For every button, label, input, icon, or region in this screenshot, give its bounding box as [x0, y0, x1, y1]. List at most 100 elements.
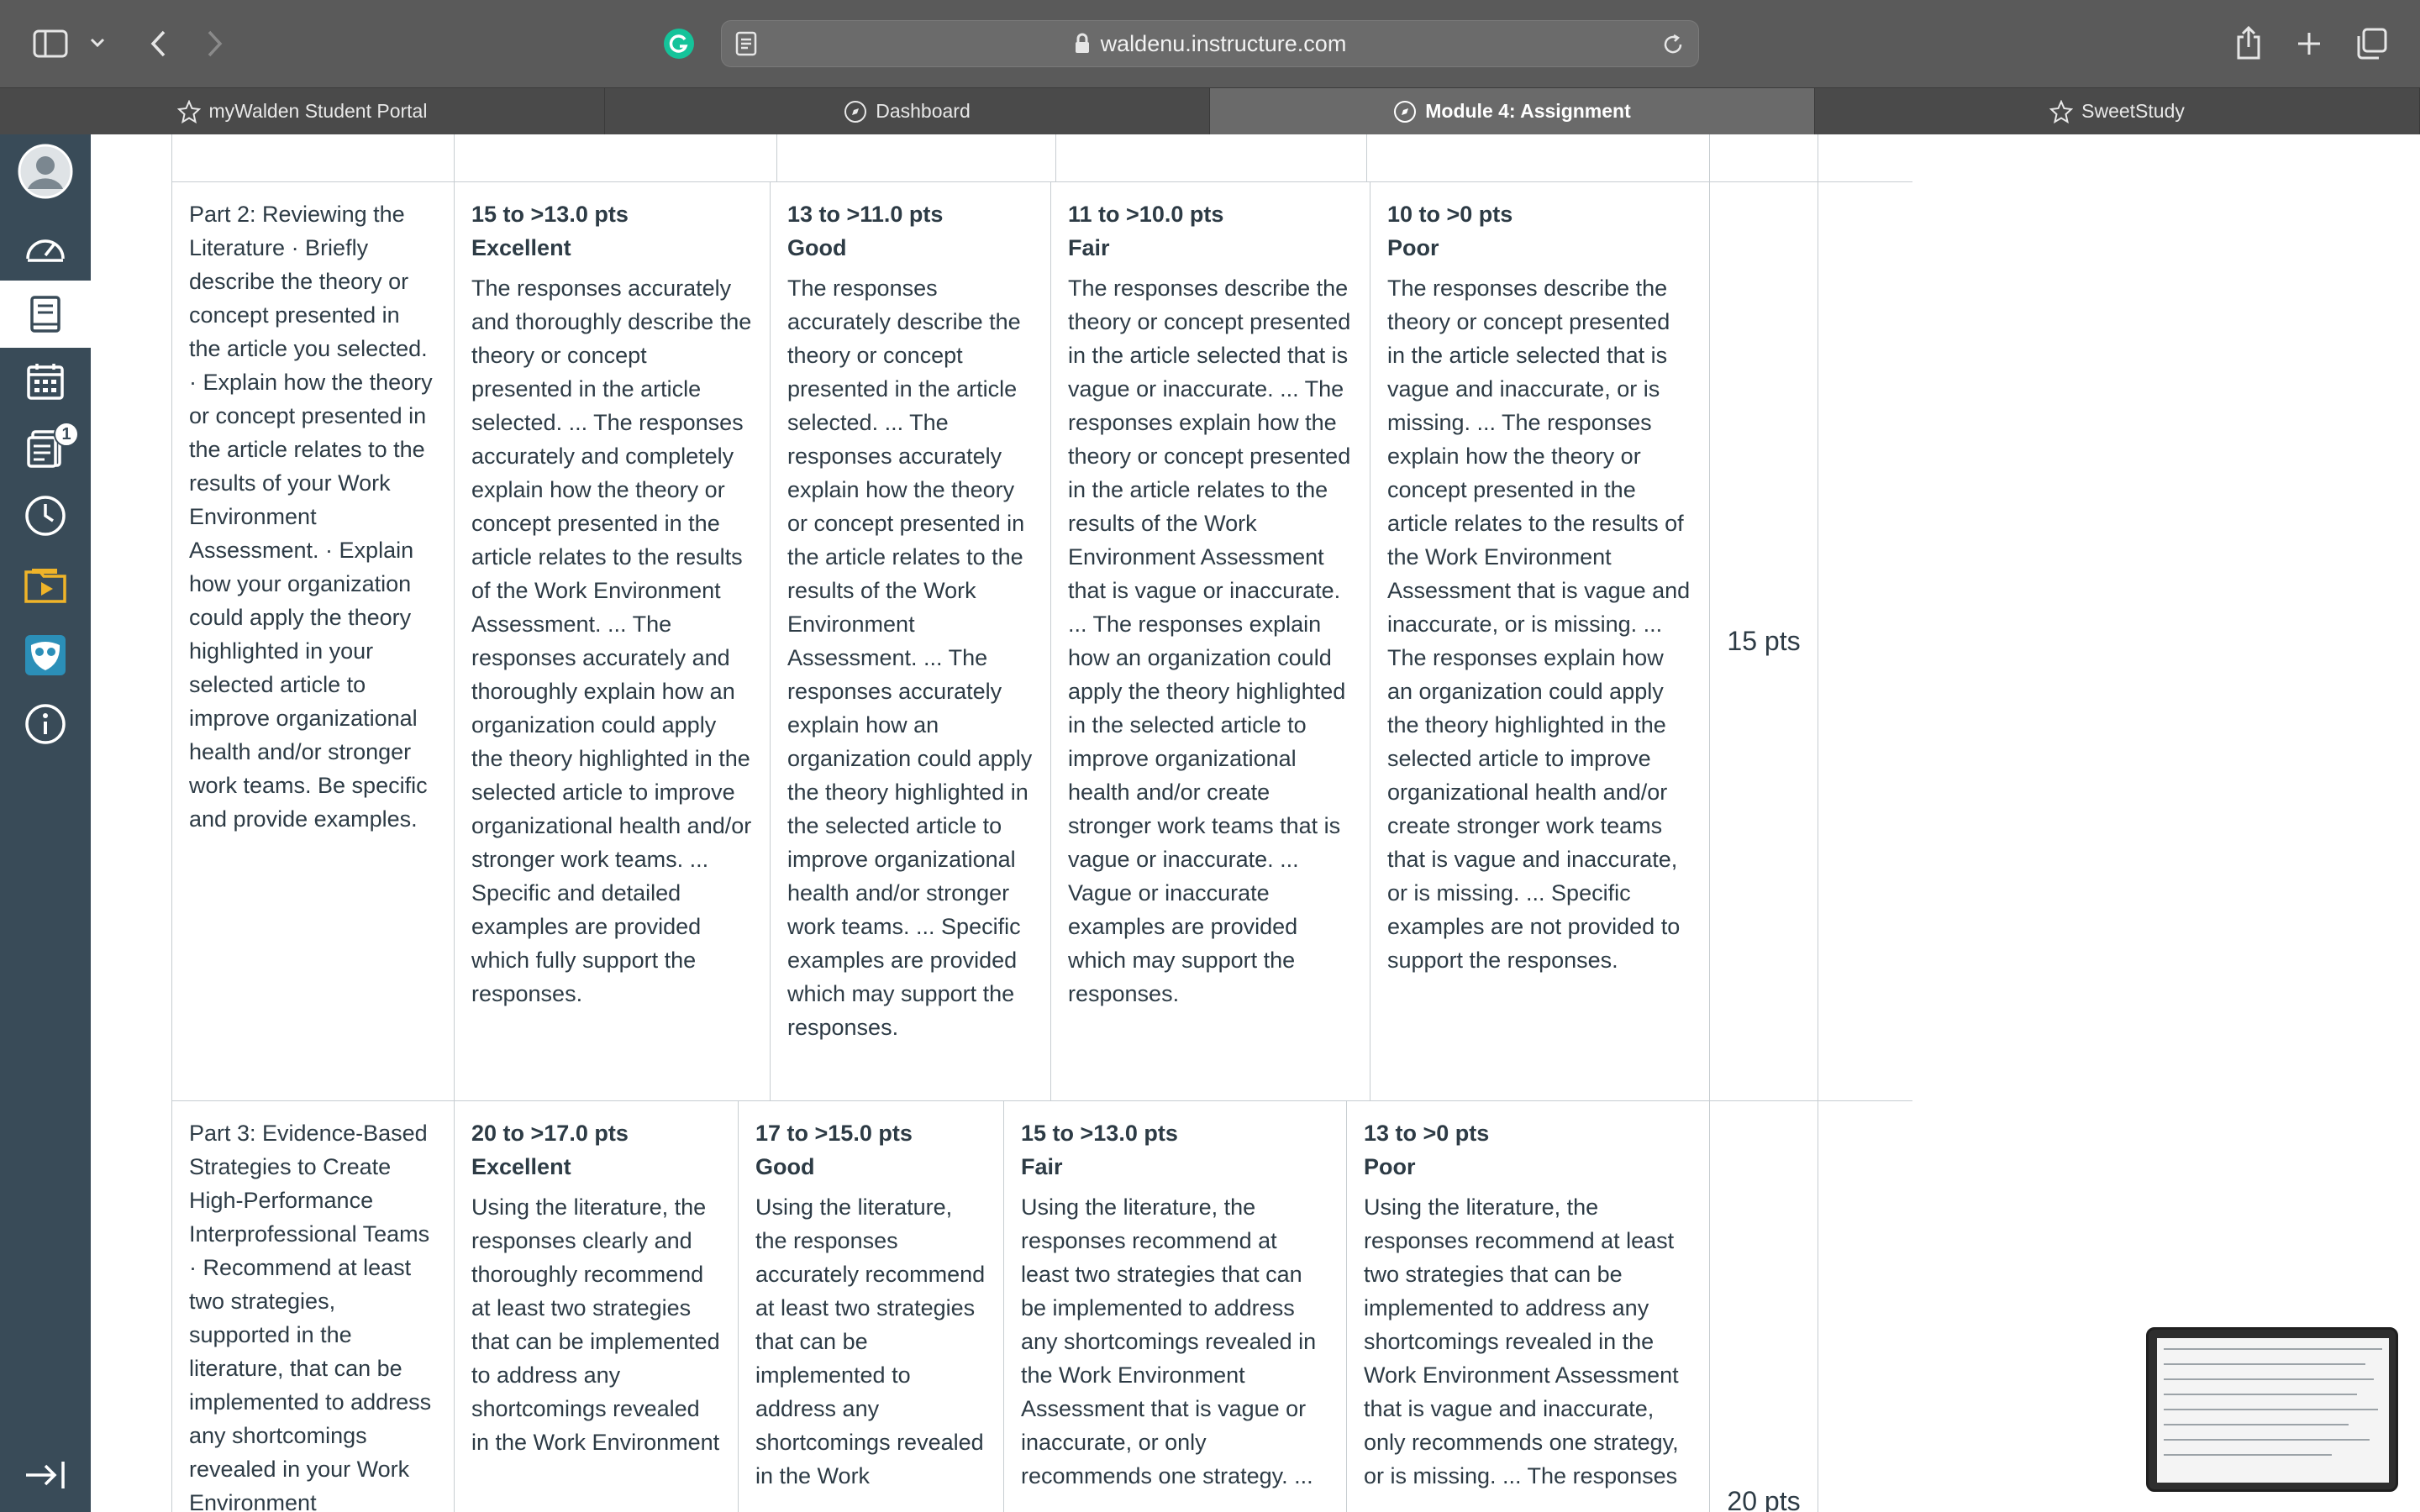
- table-cell: [1709, 134, 1818, 181]
- nav-courses[interactable]: [0, 281, 91, 348]
- criterion-cell: Part 2: Reviewing the Literature · Brief…: [171, 182, 454, 1100]
- rating-points: 13 to >0 pts: [1364, 1121, 1490, 1146]
- table-cell: [1366, 134, 1709, 181]
- reader-icon: [735, 31, 757, 56]
- rating-points: 15 to >13.0 pts: [1021, 1121, 1178, 1146]
- sidebar-icon: [33, 29, 68, 58]
- thumbnail-line: [2164, 1424, 2349, 1425]
- rating-poor: 10 to >0 pts Poor The responses describe…: [1370, 182, 1709, 1100]
- criterion-description: Part 2: Reviewing the Literature · Brief…: [189, 202, 433, 832]
- thumbnail-line: [2164, 1439, 2370, 1441]
- tab-overview-icon: [2357, 28, 2387, 60]
- criterion-cell: Part 3: Evidence-Based Strategies to Cre…: [171, 1101, 454, 1512]
- owl-icon: [25, 635, 66, 675]
- nav-owl[interactable]: [0, 622, 91, 689]
- rating-name: Good: [755, 1154, 815, 1179]
- thumbnail-line: [2164, 1394, 2357, 1395]
- tab-label: myWalden Student Portal: [208, 100, 428, 122]
- table-row: [171, 134, 1912, 181]
- rating-points: 15 to >13.0 pts: [471, 202, 629, 227]
- grammarly-extension-button[interactable]: [662, 27, 696, 60]
- chevron-right-icon: [208, 30, 223, 57]
- back-button[interactable]: [141, 25, 175, 62]
- thumbnail-line: [2164, 1363, 2365, 1365]
- compass-icon: [1394, 100, 1417, 123]
- inbox-unread-badge: 1: [54, 422, 79, 447]
- table-cell: [171, 134, 454, 181]
- tab-sweetstudy[interactable]: SweetStudy: [1815, 88, 2420, 134]
- criterion-description: Part 3: Evidence-Based Strategies to Cre…: [189, 1121, 432, 1512]
- sidebar-toggle-button[interactable]: [30, 25, 71, 62]
- reload-button[interactable]: [1661, 33, 1685, 60]
- star-icon: [176, 99, 201, 123]
- tab-mywalden[interactable]: myWalden Student Portal: [0, 88, 605, 134]
- rating-description: The responses describe the theory or con…: [1068, 276, 1351, 1006]
- tab-group-dropdown[interactable]: [87, 30, 108, 55]
- nav-account[interactable]: [0, 138, 91, 205]
- forward-button[interactable]: [198, 25, 232, 62]
- address-bar[interactable]: waldenu.instructure.com: [721, 20, 1699, 67]
- rubric-row-part-3: Part 3: Evidence-Based Strategies to Cre…: [171, 1100, 1912, 1512]
- star-icon: [2049, 99, 2074, 123]
- nav-studio[interactable]: [0, 551, 91, 618]
- reader-view-button[interactable]: [735, 31, 757, 60]
- account-icon: [18, 144, 73, 199]
- nav-collapse[interactable]: [0, 1441, 91, 1509]
- thumbnail-line: [2164, 1378, 2374, 1380]
- rating-description: Using the literature, the responses clea…: [471, 1194, 720, 1455]
- url-text: waldenu.instructure.com: [1100, 30, 1347, 56]
- main-content: Part 2: Reviewing the Literature · Brief…: [91, 134, 2420, 1512]
- tab-overview-button[interactable]: [2353, 25, 2390, 62]
- thumbnail-preview: [2157, 1338, 2389, 1483]
- rating-name: Good: [787, 235, 847, 260]
- rating-description: Using the literature, the responses reco…: [1021, 1194, 1317, 1488]
- table-cell: [454, 134, 776, 181]
- rating-excellent: 20 to >17.0 pts Excellent Using the lite…: [454, 1101, 738, 1512]
- rating-description: Using the literature, the responses accu…: [755, 1194, 986, 1488]
- global-navigation: 1: [0, 134, 91, 1512]
- rating-fair: 15 to >13.0 pts Fair Using the literatur…: [1003, 1101, 1346, 1512]
- rating-points: 17 to >15.0 pts: [755, 1121, 913, 1146]
- rating-name: Fair: [1068, 235, 1110, 260]
- rating-points: 10 to >0 pts: [1387, 202, 1513, 227]
- screenshot-thumbnail[interactable]: [2146, 1327, 2398, 1492]
- nav-inbox[interactable]: 1: [0, 415, 91, 482]
- rating-name: Excellent: [471, 235, 571, 260]
- thumbnail-line: [2164, 1454, 2332, 1456]
- grammarly-icon: [664, 29, 694, 59]
- help-icon: [25, 704, 66, 744]
- nav-help[interactable]: [0, 690, 91, 758]
- lock-icon: [1075, 33, 1089, 53]
- rating-excellent: 15 to >13.0 pts Excellent The responses …: [454, 182, 770, 1100]
- rating-description: The responses describe the theory or con…: [1387, 276, 1691, 973]
- rating-points: 13 to >11.0 pts: [787, 202, 944, 227]
- new-tab-button[interactable]: [2292, 27, 2326, 60]
- points-cell: 20 pts: [1709, 1101, 1818, 1512]
- share-button[interactable]: [2232, 24, 2265, 62]
- rating-good: 17 to >15.0 pts Good Using the literatur…: [738, 1101, 1003, 1512]
- thumbnail-line: [2164, 1409, 2378, 1410]
- rating-description: The responses accurately and thoroughly …: [471, 276, 752, 1006]
- rating-good: 13 to >11.0 pts Good The responses accur…: [770, 182, 1050, 1100]
- courses-icon: [30, 296, 60, 333]
- chevron-left-icon: [150, 30, 166, 57]
- nav-calendar[interactable]: [0, 348, 91, 415]
- nav-history[interactable]: [0, 482, 91, 549]
- browser-toolbar: waldenu.instructure.com: [0, 0, 2420, 87]
- tab-dashboard[interactable]: Dashboard: [605, 88, 1210, 134]
- rating-description: Using the literature, the responses reco…: [1364, 1194, 1679, 1488]
- nav-dashboard[interactable]: [0, 213, 91, 281]
- chevron-down-icon: [90, 38, 105, 48]
- plus-icon: [2298, 33, 2320, 55]
- tab-module-4-assignment[interactable]: Module 4: Assignment: [1210, 88, 1815, 134]
- rating-poor: 13 to >0 pts Poor Using the literature, …: [1346, 1101, 1709, 1512]
- rating-points: 20 to >17.0 pts: [471, 1121, 629, 1146]
- rubric-row-part-2: Part 2: Reviewing the Literature · Brief…: [171, 181, 1912, 1100]
- rating-fair: 11 to >10.0 pts Fair The responses descr…: [1050, 182, 1370, 1100]
- points-cell: 15 pts: [1709, 182, 1818, 1100]
- tab-label: Module 4: Assignment: [1425, 100, 1631, 122]
- calendar-icon: [27, 364, 64, 400]
- tab-label: Dashboard: [876, 100, 971, 122]
- criterion-points: 15 pts: [1727, 626, 1801, 656]
- tab-bar: myWalden Student Portal Dashboard Module…: [0, 87, 2420, 134]
